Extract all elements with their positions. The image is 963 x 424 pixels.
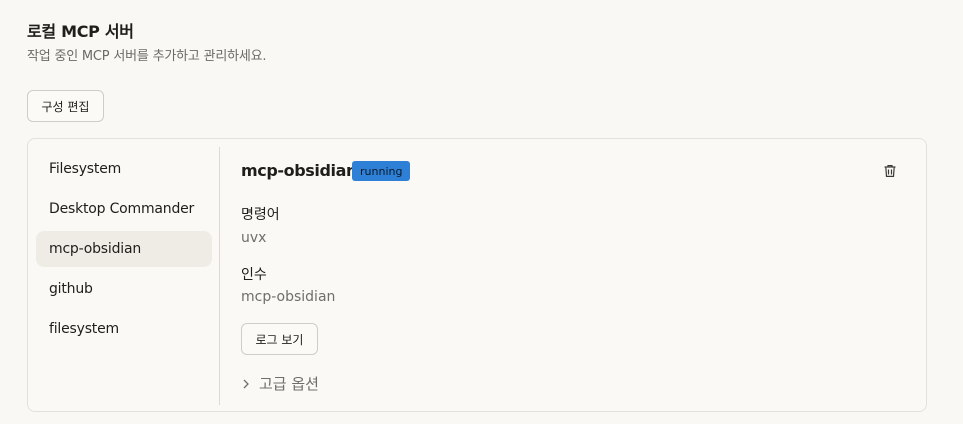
trash-icon[interactable] <box>882 163 898 179</box>
panel-divider <box>219 147 220 405</box>
chevron-right-icon <box>243 379 249 388</box>
server-item-filesystem[interactable]: Filesystem <box>36 151 212 187</box>
edit-config-button[interactable]: 구성 편집 <box>27 90 104 122</box>
advanced-options-label: 고급 옵션 <box>259 375 319 393</box>
server-item-github[interactable]: github <box>36 271 212 307</box>
page-title: 로컬 MCP 서버 <box>27 22 134 41</box>
page-subtitle: 작업 중인 MCP 서버를 추가하고 관리하세요. <box>27 49 267 64</box>
server-list: Filesystem Desktop Commander mcp-obsidia… <box>36 151 212 351</box>
server-item-mcp-obsidian[interactable]: mcp-obsidian <box>36 231 212 267</box>
advanced-options-toggle[interactable]: 고급 옵션 <box>241 373 319 394</box>
args-label: 인수 <box>241 267 267 283</box>
view-logs-button[interactable]: 로그 보기 <box>241 323 318 355</box>
command-value: uvx <box>241 230 267 246</box>
server-panel: Filesystem Desktop Commander mcp-obsidia… <box>27 138 927 412</box>
server-name: mcp-obsidian <box>241 161 358 180</box>
args-value: mcp-obsidian <box>241 289 336 305</box>
server-item-filesystem-lower[interactable]: filesystem <box>36 311 212 347</box>
server-item-desktop-commander[interactable]: Desktop Commander <box>36 191 212 227</box>
command-label: 명령어 <box>241 207 280 223</box>
mcp-settings-page: 로컬 MCP 서버 작업 중인 MCP 서버를 추가하고 관리하세요. 구성 편… <box>0 0 963 424</box>
status-badge: running <box>352 161 411 181</box>
